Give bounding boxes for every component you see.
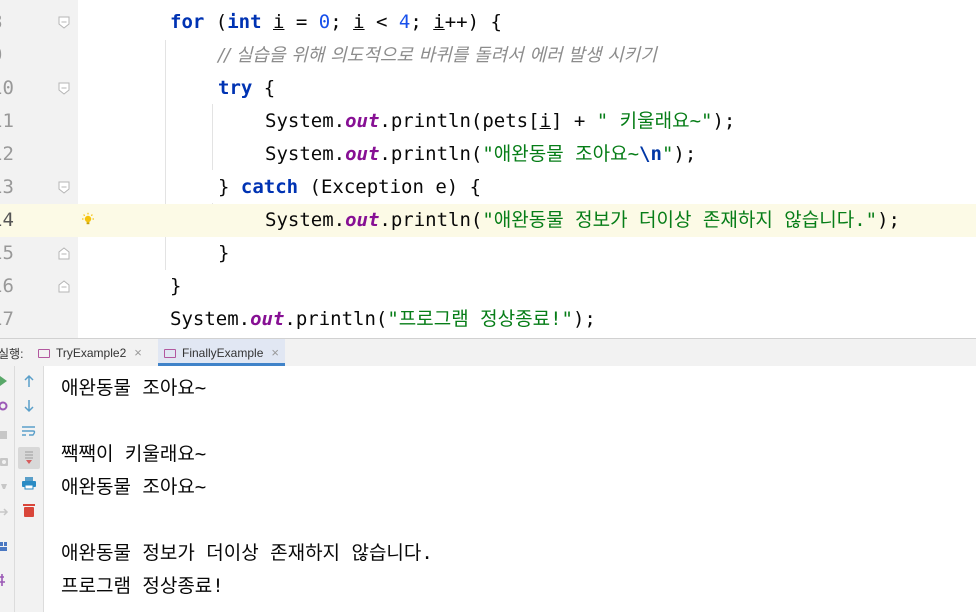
soft-wrap-icon[interactable]: [21, 424, 37, 438]
code-line-10[interactable]: 10 try {: [0, 72, 976, 105]
code-text: for (int i = 0; i < 4; i++) {: [170, 11, 502, 33]
close-icon[interactable]: ×: [134, 345, 142, 360]
tab-tryexample2[interactable]: TryExample2 ×: [32, 339, 148, 366]
code-text: System.out.println(pets[i] + " 키울래요~");: [265, 110, 736, 132]
console-line: 짹짹이 키울래요~: [61, 443, 207, 465]
console-actions-toolbar: [15, 366, 44, 612]
fold-marker-icon[interactable]: [58, 16, 70, 29]
rerun-icon[interactable]: [0, 376, 8, 386]
stop-icon[interactable]: [0, 430, 8, 440]
line-number: 13: [0, 176, 14, 198]
print-icon[interactable]: [21, 476, 37, 490]
fold-marker-icon[interactable]: [58, 247, 70, 260]
code-text: }: [218, 242, 230, 264]
code-text: System.out.println("프로그램 정상종료!");: [170, 308, 596, 330]
code-comment: // 실습을 위해 의도적으로 바퀴를 돌려서 에러 발생 시키기: [218, 45, 657, 66]
code-line-16[interactable]: 16 }: [0, 270, 976, 303]
line-number: 16: [0, 275, 14, 297]
code-text: }: [170, 275, 182, 297]
pin-icon[interactable]: [0, 482, 10, 494]
run-tabs-bar: 실행: TryExample2 × FinallyExample ×: [0, 338, 976, 367]
code-line-11[interactable]: 11 System.out.println(pets[i] + " 키울래요~"…: [0, 105, 976, 138]
code-line-14[interactable]: 14 System.out.println("애완동물 정보가 더이상 존재하지…: [0, 204, 976, 237]
code-text: System.out.println("애완동물 조아요~\n");: [265, 143, 697, 165]
code-line-13[interactable]: 13 } catch (Exception e) {: [0, 171, 976, 204]
line-number: 12: [0, 143, 14, 165]
pin-icon[interactable]: [0, 506, 10, 518]
line-number: 11: [0, 110, 14, 132]
fold-marker-icon[interactable]: [58, 280, 70, 293]
code-line-17[interactable]: 17 System.out.println("프로그램 정상종료!");: [0, 303, 976, 336]
console-output[interactable]: 애완동물 조아요~ 짹짹이 키울래요~ 애완동물 조아요~ 애완동물 정보가 더…: [44, 366, 976, 612]
run-config-icon: [38, 349, 50, 359]
run-label: 실행:: [0, 347, 24, 361]
run-actions-toolbar: [0, 366, 15, 612]
settings-icon[interactable]: [0, 400, 10, 412]
console-line: 프로그램 정상종료!: [61, 575, 224, 597]
fold-marker-icon[interactable]: [58, 181, 70, 194]
console-line: 애완동물 조아요~: [61, 377, 207, 399]
layout-icon[interactable]: [0, 542, 10, 552]
line-number: 10: [0, 77, 14, 99]
code-text: try {: [218, 77, 276, 99]
code-line-8[interactable]: 8 for (int i = 0; i < 4; i++) {: [0, 6, 976, 39]
code-line-15[interactable]: 15 }: [0, 237, 976, 270]
code-line-9[interactable]: 9 // 실습을 위해 의도적으로 바퀴를 돌려서 에러 발생 시키기: [0, 39, 976, 72]
tab-label: TryExample2: [56, 346, 127, 360]
code-editor[interactable]: 8 for (int i = 0; i < 4; i++) { 9 // 실습을…: [0, 0, 976, 338]
down-arrow-icon[interactable]: [22, 399, 36, 413]
code-line-12[interactable]: 12 System.out.println("애완동물 조아요~\n");: [0, 138, 976, 171]
close-icon[interactable]: ×: [271, 345, 279, 360]
console-line: 애완동물 정보가 더이상 존재하지 않습니다.: [61, 542, 433, 564]
settings-icon[interactable]: [0, 574, 10, 586]
run-config-icon: [164, 349, 176, 359]
scroll-to-end-icon: [25, 451, 33, 464]
line-number: 14: [0, 209, 14, 231]
console-line: 애완동물 조아요~: [61, 476, 207, 498]
line-number: 9: [0, 39, 20, 72]
trash-icon[interactable]: [22, 502, 36, 518]
scroll-to-end-toggle[interactable]: [18, 447, 40, 469]
up-arrow-icon[interactable]: [22, 374, 36, 388]
tab-finallyexample[interactable]: FinallyExample ×: [158, 339, 285, 366]
code-text: } catch (Exception e) {: [218, 176, 482, 198]
tab-label: FinallyExample: [182, 346, 264, 360]
lightbulb-icon[interactable]: [80, 212, 96, 228]
line-number: 17: [0, 308, 14, 330]
line-number: 8: [0, 6, 20, 39]
fold-marker-icon[interactable]: [58, 82, 70, 95]
code-text: System.out.println("애완동물 정보가 더이상 존재하지 않습…: [265, 209, 900, 231]
line-number: 15: [0, 242, 14, 264]
camera-icon[interactable]: [0, 456, 10, 468]
